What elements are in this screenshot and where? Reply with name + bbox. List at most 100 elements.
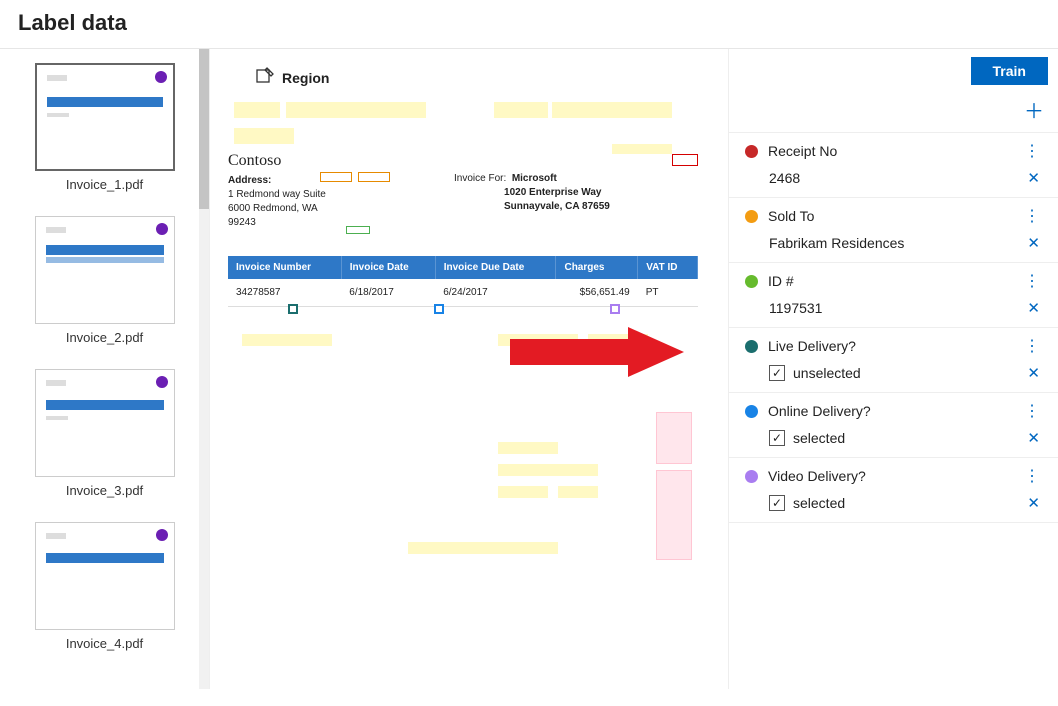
thumbnail-invoice-4[interactable]: Invoice_4.pdf bbox=[35, 522, 175, 657]
highlight bbox=[558, 486, 598, 498]
thumbnail-label: Invoice_3.pdf bbox=[35, 477, 175, 504]
thumbnail-invoice-3[interactable]: Invoice_3.pdf bbox=[35, 369, 175, 504]
add-field-icon[interactable]: ＋ bbox=[1024, 95, 1044, 124]
td-vat: PT bbox=[638, 279, 698, 307]
thumbnail-invoice-1[interactable]: Invoice_1.pdf bbox=[35, 63, 175, 198]
field-row: Receipt No ⋮ 2468✕ bbox=[729, 133, 1058, 198]
color-dot-icon bbox=[745, 275, 758, 288]
train-button[interactable]: Train bbox=[971, 57, 1048, 85]
mini-header bbox=[46, 533, 66, 539]
field-value: 1197531 bbox=[769, 300, 1023, 316]
highlight bbox=[498, 442, 558, 454]
mini-bar bbox=[46, 400, 164, 410]
label-handle-violet[interactable] bbox=[610, 304, 620, 314]
field-value: selected bbox=[793, 495, 1023, 511]
td-charges: $56,651.49 bbox=[556, 279, 638, 307]
color-dot-icon bbox=[745, 340, 758, 353]
highlight bbox=[494, 102, 548, 118]
address-label: Address: bbox=[228, 175, 271, 186]
checkbox-icon: ✓ bbox=[769, 365, 785, 381]
field-name[interactable]: Video Delivery? bbox=[768, 468, 1010, 484]
field-name[interactable]: Receipt No bbox=[768, 143, 1010, 159]
field-row: Live Delivery? ⋮ ✓ unselected✕ bbox=[729, 328, 1058, 393]
invoice-to-line: 1020 Enterprise Way bbox=[504, 187, 601, 198]
highlight bbox=[498, 334, 578, 346]
clear-value-icon[interactable]: ✕ bbox=[1023, 429, 1044, 447]
field-more-icon[interactable]: ⋮ bbox=[1020, 466, 1044, 486]
region-icon[interactable] bbox=[256, 67, 274, 88]
mini-bar bbox=[47, 97, 163, 107]
color-dot-icon bbox=[745, 405, 758, 418]
highlight bbox=[552, 102, 672, 118]
highlight bbox=[612, 144, 672, 154]
thumbnail-label: Invoice_1.pdf bbox=[35, 171, 175, 198]
label-box-green[interactable] bbox=[346, 226, 370, 234]
thumbnail-preview bbox=[35, 369, 175, 477]
status-dot-icon bbox=[155, 71, 167, 83]
clear-value-icon[interactable]: ✕ bbox=[1023, 364, 1044, 382]
th-invoice-date: Invoice Date bbox=[341, 256, 435, 279]
color-dot-icon bbox=[745, 470, 758, 483]
highlight bbox=[242, 334, 332, 346]
label-box-red[interactable] bbox=[672, 154, 698, 166]
highlight bbox=[234, 128, 294, 144]
mini-text bbox=[46, 416, 68, 420]
selection-region[interactable] bbox=[656, 412, 692, 464]
scrollbar-thumb[interactable] bbox=[199, 49, 209, 209]
thumbnail-preview bbox=[35, 216, 175, 324]
highlight bbox=[498, 486, 548, 498]
th-invoice-due: Invoice Due Date bbox=[435, 256, 556, 279]
color-dot-icon bbox=[745, 145, 758, 158]
region-label: Region bbox=[282, 70, 329, 86]
train-row: Train bbox=[729, 49, 1058, 85]
field-more-icon[interactable]: ⋮ bbox=[1020, 271, 1044, 291]
invoice-to-line: Microsoft bbox=[512, 173, 557, 184]
field-more-icon[interactable]: ⋮ bbox=[1020, 336, 1044, 356]
invoice-for-block: Invoice For: Microsoft 1020 Enterprise W… bbox=[454, 172, 610, 214]
field-value: Fabrikam Residences bbox=[769, 235, 1023, 251]
field-name[interactable]: Online Delivery? bbox=[768, 403, 1010, 419]
status-dot-icon bbox=[156, 223, 168, 235]
th-invoice-number: Invoice Number bbox=[228, 256, 341, 279]
selection-region[interactable] bbox=[656, 470, 692, 560]
address-line: 1 Redmond way Suite bbox=[228, 189, 326, 200]
td-invoice-due: 6/24/2017 bbox=[435, 279, 556, 307]
checkbox-icon: ✓ bbox=[769, 495, 785, 511]
color-dot-icon bbox=[745, 210, 758, 223]
status-dot-icon bbox=[156, 376, 168, 388]
field-more-icon[interactable]: ⋮ bbox=[1020, 401, 1044, 421]
label-box-orange[interactable] bbox=[320, 172, 352, 182]
document-preview: Contoso Address: 1 Redmond way Suite 600… bbox=[228, 102, 698, 307]
highlight bbox=[588, 334, 648, 346]
mini-bar bbox=[46, 245, 164, 255]
label-handle-blue[interactable] bbox=[434, 304, 444, 314]
mini-header bbox=[46, 227, 66, 233]
invoice-for-label: Invoice For: bbox=[454, 173, 506, 184]
address-line: 99243 bbox=[228, 217, 256, 228]
field-more-icon[interactable]: ⋮ bbox=[1020, 141, 1044, 161]
field-row: Online Delivery?⋮✓selected✕ bbox=[729, 393, 1058, 458]
field-value: unselected bbox=[793, 365, 1023, 381]
field-more-icon[interactable]: ⋮ bbox=[1020, 206, 1044, 226]
field-name[interactable]: Live Delivery? bbox=[768, 338, 1010, 354]
td-invoice-number: 34278587 bbox=[228, 279, 341, 307]
layout: Invoice_1.pdf Invoice_2.pdf Invoice_3.pd… bbox=[0, 49, 1058, 689]
thumbnail-label: Invoice_4.pdf bbox=[35, 630, 175, 657]
field-row: Sold To ⋮ Fabrikam Residences✕ bbox=[729, 198, 1058, 263]
thumbnail-invoice-2[interactable]: Invoice_2.pdf bbox=[35, 216, 175, 351]
highlight bbox=[286, 102, 426, 118]
field-name[interactable]: ID # bbox=[768, 273, 1010, 289]
thumbnail-label: Invoice_2.pdf bbox=[35, 324, 175, 351]
label-handle-teal[interactable] bbox=[288, 304, 298, 314]
add-field-row: ＋ bbox=[729, 85, 1058, 133]
thumbnail-preview bbox=[35, 522, 175, 630]
clear-value-icon[interactable]: ✕ bbox=[1023, 299, 1044, 317]
clear-value-icon[interactable]: ✕ bbox=[1023, 494, 1044, 512]
label-box-orange[interactable] bbox=[358, 172, 390, 182]
field-name[interactable]: Sold To bbox=[768, 208, 1010, 224]
field-value: 2468 bbox=[769, 170, 1023, 186]
document-canvas[interactable]: Region Contoso Address: 1 Redmond way Su… bbox=[210, 49, 728, 689]
clear-value-icon[interactable]: ✕ bbox=[1023, 234, 1044, 252]
clear-value-icon[interactable]: ✕ bbox=[1023, 169, 1044, 187]
invoice-table: Invoice Number Invoice Date Invoice Due … bbox=[228, 256, 698, 307]
